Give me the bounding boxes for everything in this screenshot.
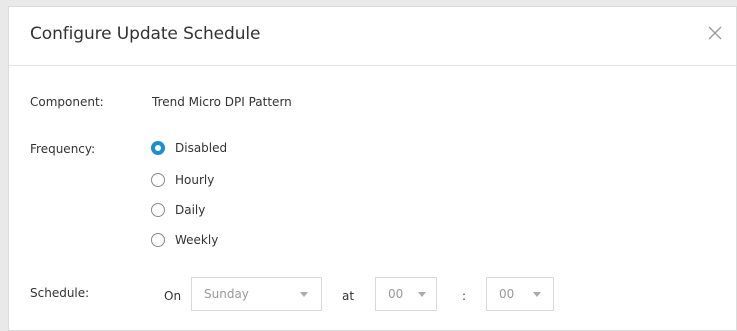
component-label: Component: [30,95,104,109]
hour-select[interactable]: 00 [375,277,437,311]
chevron-down-icon [533,292,541,297]
frequency-option-hourly[interactable]: Hourly [151,171,214,189]
configure-update-schedule-dialog: Configure Update Schedule Component: Tre… [8,6,737,331]
dialog-title: Configure Update Schedule [30,24,261,44]
schedule-at-text: at [342,289,355,303]
frequency-option-label: Disabled [175,141,228,155]
radio-unchecked-icon[interactable] [151,203,165,217]
schedule-on-text: On [164,289,182,303]
radio-unchecked-icon[interactable] [151,233,165,247]
component-value: Trend Micro DPI Pattern [152,95,292,109]
chevron-down-icon [418,292,426,297]
dialog-header: Configure Update Schedule [9,7,736,66]
schedule-label: Schedule: [30,286,90,300]
radio-unchecked-icon[interactable] [151,173,165,187]
close-icon[interactable] [704,22,726,44]
frequency-option-weekly[interactable]: Weekly [151,231,218,249]
hour-select-value: 00 [388,287,404,301]
frequency-option-label: Daily [175,203,206,217]
minute-select-value: 00 [499,287,515,301]
radio-checked-icon[interactable] [151,141,165,155]
day-select-value: Sunday [204,287,249,301]
day-select[interactable]: Sunday [191,277,322,311]
chevron-down-icon [300,292,308,297]
frequency-option-label: Hourly [175,173,215,187]
frequency-label: Frequency: [30,142,96,156]
frequency-option-disabled[interactable]: Disabled [151,139,227,157]
time-separator: : [462,289,467,303]
frequency-option-label: Weekly [175,233,219,247]
frequency-option-daily[interactable]: Daily [151,201,205,219]
minute-select[interactable]: 00 [486,277,554,311]
